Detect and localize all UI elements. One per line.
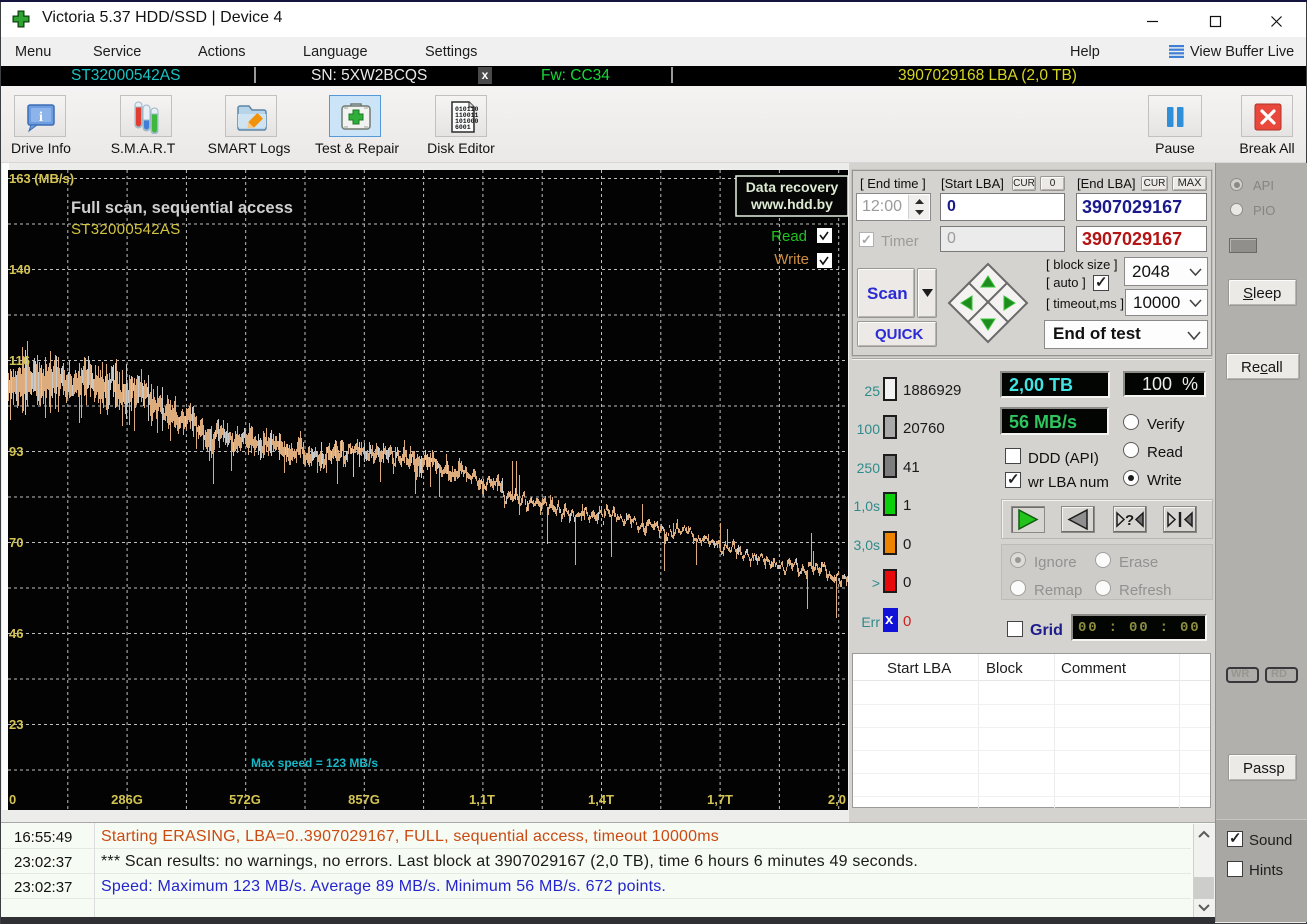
svg-text:46: 46 <box>9 626 23 641</box>
svg-text:Full scan, sequential access: Full scan, sequential access <box>71 199 293 217</box>
svg-text:i: i <box>39 110 43 125</box>
svg-text:116: 116 <box>9 353 30 368</box>
svg-text:1,7T: 1,7T <box>707 792 733 807</box>
svg-text:Write: Write <box>774 251 809 268</box>
svg-text:93: 93 <box>9 444 23 459</box>
svg-text:2,0: 2,0 <box>828 792 846 807</box>
svg-text:Max speed = 123 MB/s: Max speed = 123 MB/s <box>251 756 378 770</box>
svg-text:1,1T: 1,1T <box>469 792 495 807</box>
svg-text:Read: Read <box>771 228 807 245</box>
svg-text:286G: 286G <box>111 792 143 807</box>
svg-text:?: ? <box>1125 512 1134 529</box>
svg-text:70: 70 <box>9 535 23 550</box>
svg-text:www.hdd.by: www.hdd.by <box>750 196 833 212</box>
svg-text:Data recovery: Data recovery <box>746 179 839 195</box>
svg-text:23: 23 <box>9 717 23 732</box>
svg-text:857G: 857G <box>348 792 380 807</box>
svg-text:572G: 572G <box>229 792 261 807</box>
svg-text:140: 140 <box>9 262 31 277</box>
svg-text:1,4T: 1,4T <box>588 792 614 807</box>
svg-text:6001: 6001 <box>455 124 471 131</box>
svg-text:0: 0 <box>9 792 16 807</box>
svg-text:ST32000542AS: ST32000542AS <box>71 221 181 238</box>
svg-text:163 (MB/s): 163 (MB/s) <box>9 171 74 186</box>
